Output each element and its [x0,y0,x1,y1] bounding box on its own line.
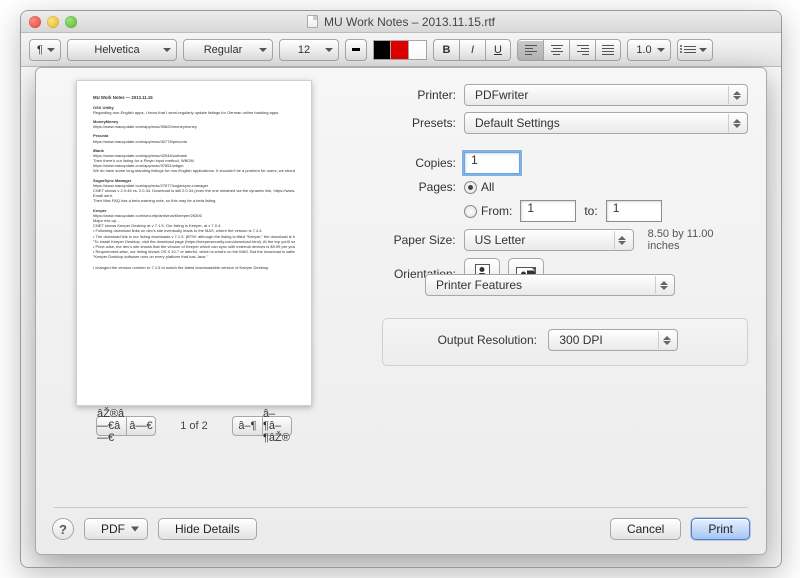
paper-size-label: Paper Size: [352,233,456,247]
printer-features-box: Output Resolution: 300 DPI [382,318,748,366]
copies-input[interactable]: 1 [464,152,520,174]
pages-to-label: to: [584,204,597,218]
color-swatches [373,40,427,60]
hide-details-button[interactable]: Hide Details [158,518,257,540]
italic-button[interactable]: I [459,39,485,61]
preview-doc-title: MU Work Notes — 2013.11.15 [93,95,295,101]
preview-pager: âŽ®â—€â—€ â—€ 1 of 2 â–¶ â–¶â–¶âŽ® [96,416,292,436]
printer-select[interactable]: PDFwriter [464,84,748,106]
print-sheet: MU Work Notes — 2013.11.15 OSX Utility R… [35,67,767,555]
help-button[interactable]: ? [52,518,74,540]
pages-to-input[interactable]: 1 [606,200,662,222]
font-family-select[interactable]: Helvetica [67,39,177,61]
print-button[interactable]: Print [691,518,750,540]
format-toolbar: ¶ Helvetica Regular 12 B I U 1.0 [21,33,781,67]
text-color-button[interactable] [345,39,367,61]
underline-button[interactable]: U [485,39,511,61]
cancel-button[interactable]: Cancel [610,518,681,540]
swatch-white[interactable] [409,40,427,60]
pager-last-button[interactable]: â–¶â–¶âŽ® [262,416,292,436]
copies-label: Copies: [352,156,456,170]
document-icon [307,15,318,28]
presets-label: Presets: [352,116,456,130]
window-title: MU Work Notes – 2013.11.15.rtf [21,15,781,29]
preview-column: MU Work Notes — 2013.11.15 OSX Utility R… [54,80,334,495]
font-weight-select[interactable]: Regular [183,39,273,61]
alignment-segment [517,39,621,61]
textedit-window: MU Work Notes – 2013.11.15.rtf ¶ Helveti… [20,10,782,568]
page-indicator: 1 of 2 [164,420,224,432]
output-resolution-label: Output Resolution: [397,333,537,347]
print-options: Printer: PDFwriter Presets: Default Sett… [352,80,748,495]
print-preview-page: MU Work Notes — 2013.11.15 OSX Utility R… [76,80,312,406]
align-justify-button[interactable] [595,39,621,61]
print-section-select[interactable]: Printer Features [425,274,675,296]
pages-from-input[interactable]: 1 [520,200,576,222]
paper-dimensions: 8.50 by 11.00 inches [648,228,748,252]
style-segment: B I U [433,39,511,61]
align-right-button[interactable] [569,39,595,61]
output-resolution-select[interactable]: 300 DPI [548,329,678,351]
pages-all-radio[interactable]: All [464,180,494,194]
printer-label: Printer: [352,88,456,102]
swatch-black[interactable] [373,40,391,60]
pages-range-radio[interactable]: From: [464,204,512,218]
swatch-red[interactable] [391,40,409,60]
paper-size-select[interactable]: US Letter [464,229,634,251]
presets-select[interactable]: Default Settings [464,112,748,134]
pager-first-button[interactable]: âŽ®â—€â—€ [96,416,126,436]
pdf-menu-button[interactable]: PDF [84,518,148,540]
bold-button[interactable]: B [433,39,459,61]
font-size-select[interactable]: 12 [279,39,339,61]
line-spacing-select[interactable]: 1.0 [627,39,671,61]
pages-label: Pages: [352,180,456,194]
titlebar: MU Work Notes – 2013.11.15.rtf [21,11,781,33]
list-style-select[interactable] [677,39,713,61]
paragraph-style-select[interactable]: ¶ [29,39,61,61]
pager-prev-button[interactable]: â—€ [126,416,156,436]
window-title-text: MU Work Notes – 2013.11.15.rtf [324,15,495,29]
sheet-bottom-bar: ? PDF Hide Details Cancel Print [36,508,766,554]
align-left-button[interactable] [517,39,543,61]
pager-next-button[interactable]: â–¶ [232,416,262,436]
align-center-button[interactable] [543,39,569,61]
